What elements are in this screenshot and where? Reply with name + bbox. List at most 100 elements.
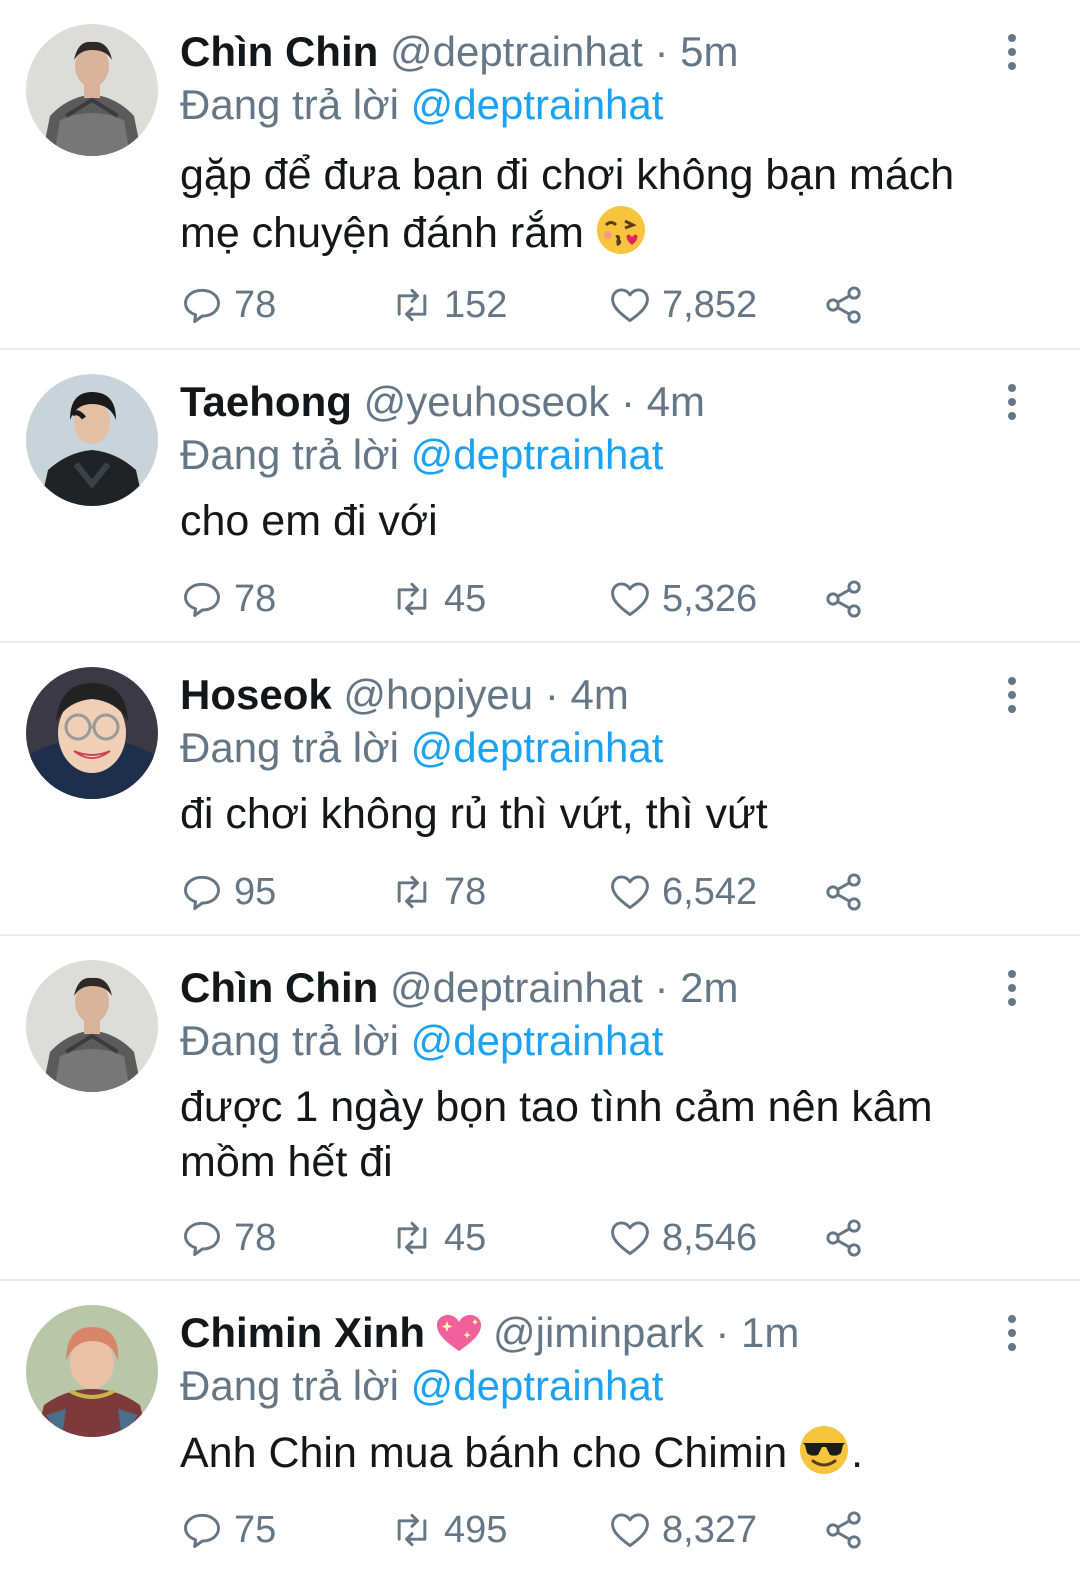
like-button[interactable]: 6,542 [608,867,757,917]
like-count: 6,542 [662,870,758,913]
separator-dot: · [654,964,669,1011]
replying-to-label: Đang trả lời [180,81,399,128]
kissing-face-with-heart-icon [596,206,645,254]
share-button[interactable] [822,1505,876,1555]
mention-link[interactable]: @deptrainhat [411,1362,664,1409]
more-options-icon[interactable] [1000,677,1024,717]
tweet-actions: 75 495 8,327 [180,1505,900,1555]
tweet[interactable]: Chimin Xinh @jiminpark · 1m Đang trả lời… [0,1281,1080,1570]
share-button[interactable] [822,867,876,917]
separator-dot: · [654,28,669,75]
retweet-count: 152 [444,283,508,326]
timestamp[interactable]: 1m [741,1309,799,1356]
share-button[interactable] [822,280,876,330]
separator-dot: · [544,671,559,718]
retweet-button[interactable]: 495 [390,1505,507,1555]
more-options-icon[interactable] [1000,384,1024,424]
tweet-header: Chìn Chin @deptrainhat · 5m [180,28,990,76]
user-handle[interactable]: @deptrainhat [390,28,643,75]
mention-link[interactable]: @deptrainhat [411,1017,664,1064]
tweet[interactable]: Chìn Chin @deptrainhat · 5m Đang trả lời… [0,0,1080,350]
retweet-count: 495 [444,1508,508,1551]
timestamp[interactable]: 4m [571,671,629,718]
tweet-text: được 1 ngày bọn tao tình cảm nên kâm mồm… [180,1080,1020,1190]
timestamp[interactable]: 2m [680,964,738,1011]
tweet-header: Taehong @yeuhoseok · 4m [180,378,990,426]
tweet-text-line: mồm hết đi [180,1138,393,1186]
like-button[interactable]: 8,546 [608,1213,757,1263]
display-name[interactable]: Taehong [180,378,352,425]
reply-icon [184,875,220,910]
reply-count: 78 [234,577,277,620]
tweet[interactable]: Chìn Chin @deptrainhat · 2m Đang trả lời… [0,936,1080,1281]
user-handle[interactable]: @hopiyeu [343,671,533,718]
share-button[interactable] [822,574,876,624]
share-button[interactable] [822,1213,876,1263]
tweet-actions: 78 152 7,852 [180,280,900,330]
user-handle[interactable]: @jiminpark [493,1309,704,1356]
retweet-button[interactable]: 45 [390,574,486,624]
mention-link[interactable]: @deptrainhat [411,724,664,771]
more-options-icon[interactable] [1000,970,1024,1010]
share-icon [826,1219,861,1257]
tweet-text: gặp để đưa bạn đi chơi không bạn mách mẹ… [180,148,1020,261]
timestamp[interactable]: 5m [680,28,738,75]
retweet-count: 45 [444,1216,487,1259]
reply-button[interactable]: 75 [180,1505,276,1555]
display-name[interactable]: Chimin Xinh [180,1309,425,1356]
heart-icon [611,1221,649,1256]
tweet-actions: 78 45 8,546 [180,1213,900,1263]
reply-button[interactable]: 78 [180,574,276,624]
display-name[interactable]: Chìn Chin [180,964,378,1011]
tweet-header: Hoseok @hopiyeu · 4m [180,671,990,719]
more-options-icon[interactable] [1000,1315,1024,1355]
tweet-text-line-with-emoji: Anh Chin mua bánh cho Chimin . [180,1423,1020,1481]
like-count: 5,326 [662,577,758,620]
tweet-text: đi chơi không rủ thì vứt, thì vứt [180,787,1020,842]
replying-to: Đang trả lời @deptrainhat [180,1016,663,1066]
retweet-button[interactable]: 152 [390,280,507,330]
tweet-text: cho em đi với [180,494,1020,549]
avatar[interactable] [26,1305,158,1437]
user-handle[interactable]: @yeuhoseok [364,378,610,425]
like-count: 8,327 [662,1508,758,1551]
mention-link[interactable]: @deptrainhat [411,81,664,128]
heart-icon [611,288,649,323]
reply-count: 95 [234,870,277,913]
tweet[interactable]: Hoseok @hopiyeu · 4m Đang trả lời @deptr… [0,643,1080,936]
retweet-button[interactable]: 78 [390,867,486,917]
tweet[interactable]: Taehong @yeuhoseok · 4m Đang trả lời @de… [0,350,1080,643]
timestamp[interactable]: 4m [647,378,705,425]
replying-to: Đang trả lời @deptrainhat [180,430,663,480]
retweet-button[interactable]: 45 [390,1213,486,1263]
share-icon [826,1511,861,1549]
tweet-header: Chìn Chin @deptrainhat · 2m [180,964,990,1012]
avatar[interactable] [26,667,158,799]
tweet-text-line: được 1 ngày bọn tao tình cảm nên kâm [180,1083,933,1131]
mention-link[interactable]: @deptrainhat [411,431,664,478]
reply-button[interactable]: 78 [180,280,276,330]
like-count: 8,546 [662,1216,758,1259]
retweet-icon [397,875,427,909]
tweet-actions: 78 45 5,326 [180,574,900,624]
tweet-text-line: gặp để đưa bạn đi chơi không bạn mách [180,151,955,199]
avatar[interactable] [26,24,158,156]
replying-to-label: Đang trả lời [180,431,399,478]
display-name[interactable]: Chìn Chin [180,28,378,75]
display-name[interactable]: Hoseok [180,671,332,718]
reply-button[interactable]: 78 [180,1213,276,1263]
retweet-icon [397,288,427,322]
reply-count: 75 [234,1508,277,1551]
like-button[interactable]: 8,327 [608,1505,757,1555]
retweet-count: 45 [444,577,487,620]
reply-button[interactable]: 95 [180,867,276,917]
like-button[interactable]: 5,326 [608,574,757,624]
share-icon [826,873,861,911]
avatar[interactable] [26,374,158,506]
reply-icon [184,1221,220,1256]
replying-to: Đang trả lời @deptrainhat [180,1361,663,1411]
more-options-icon[interactable] [1000,34,1024,74]
user-handle[interactable]: @deptrainhat [390,964,643,1011]
like-button[interactable]: 7,852 [608,280,757,330]
avatar[interactable] [26,960,158,1092]
